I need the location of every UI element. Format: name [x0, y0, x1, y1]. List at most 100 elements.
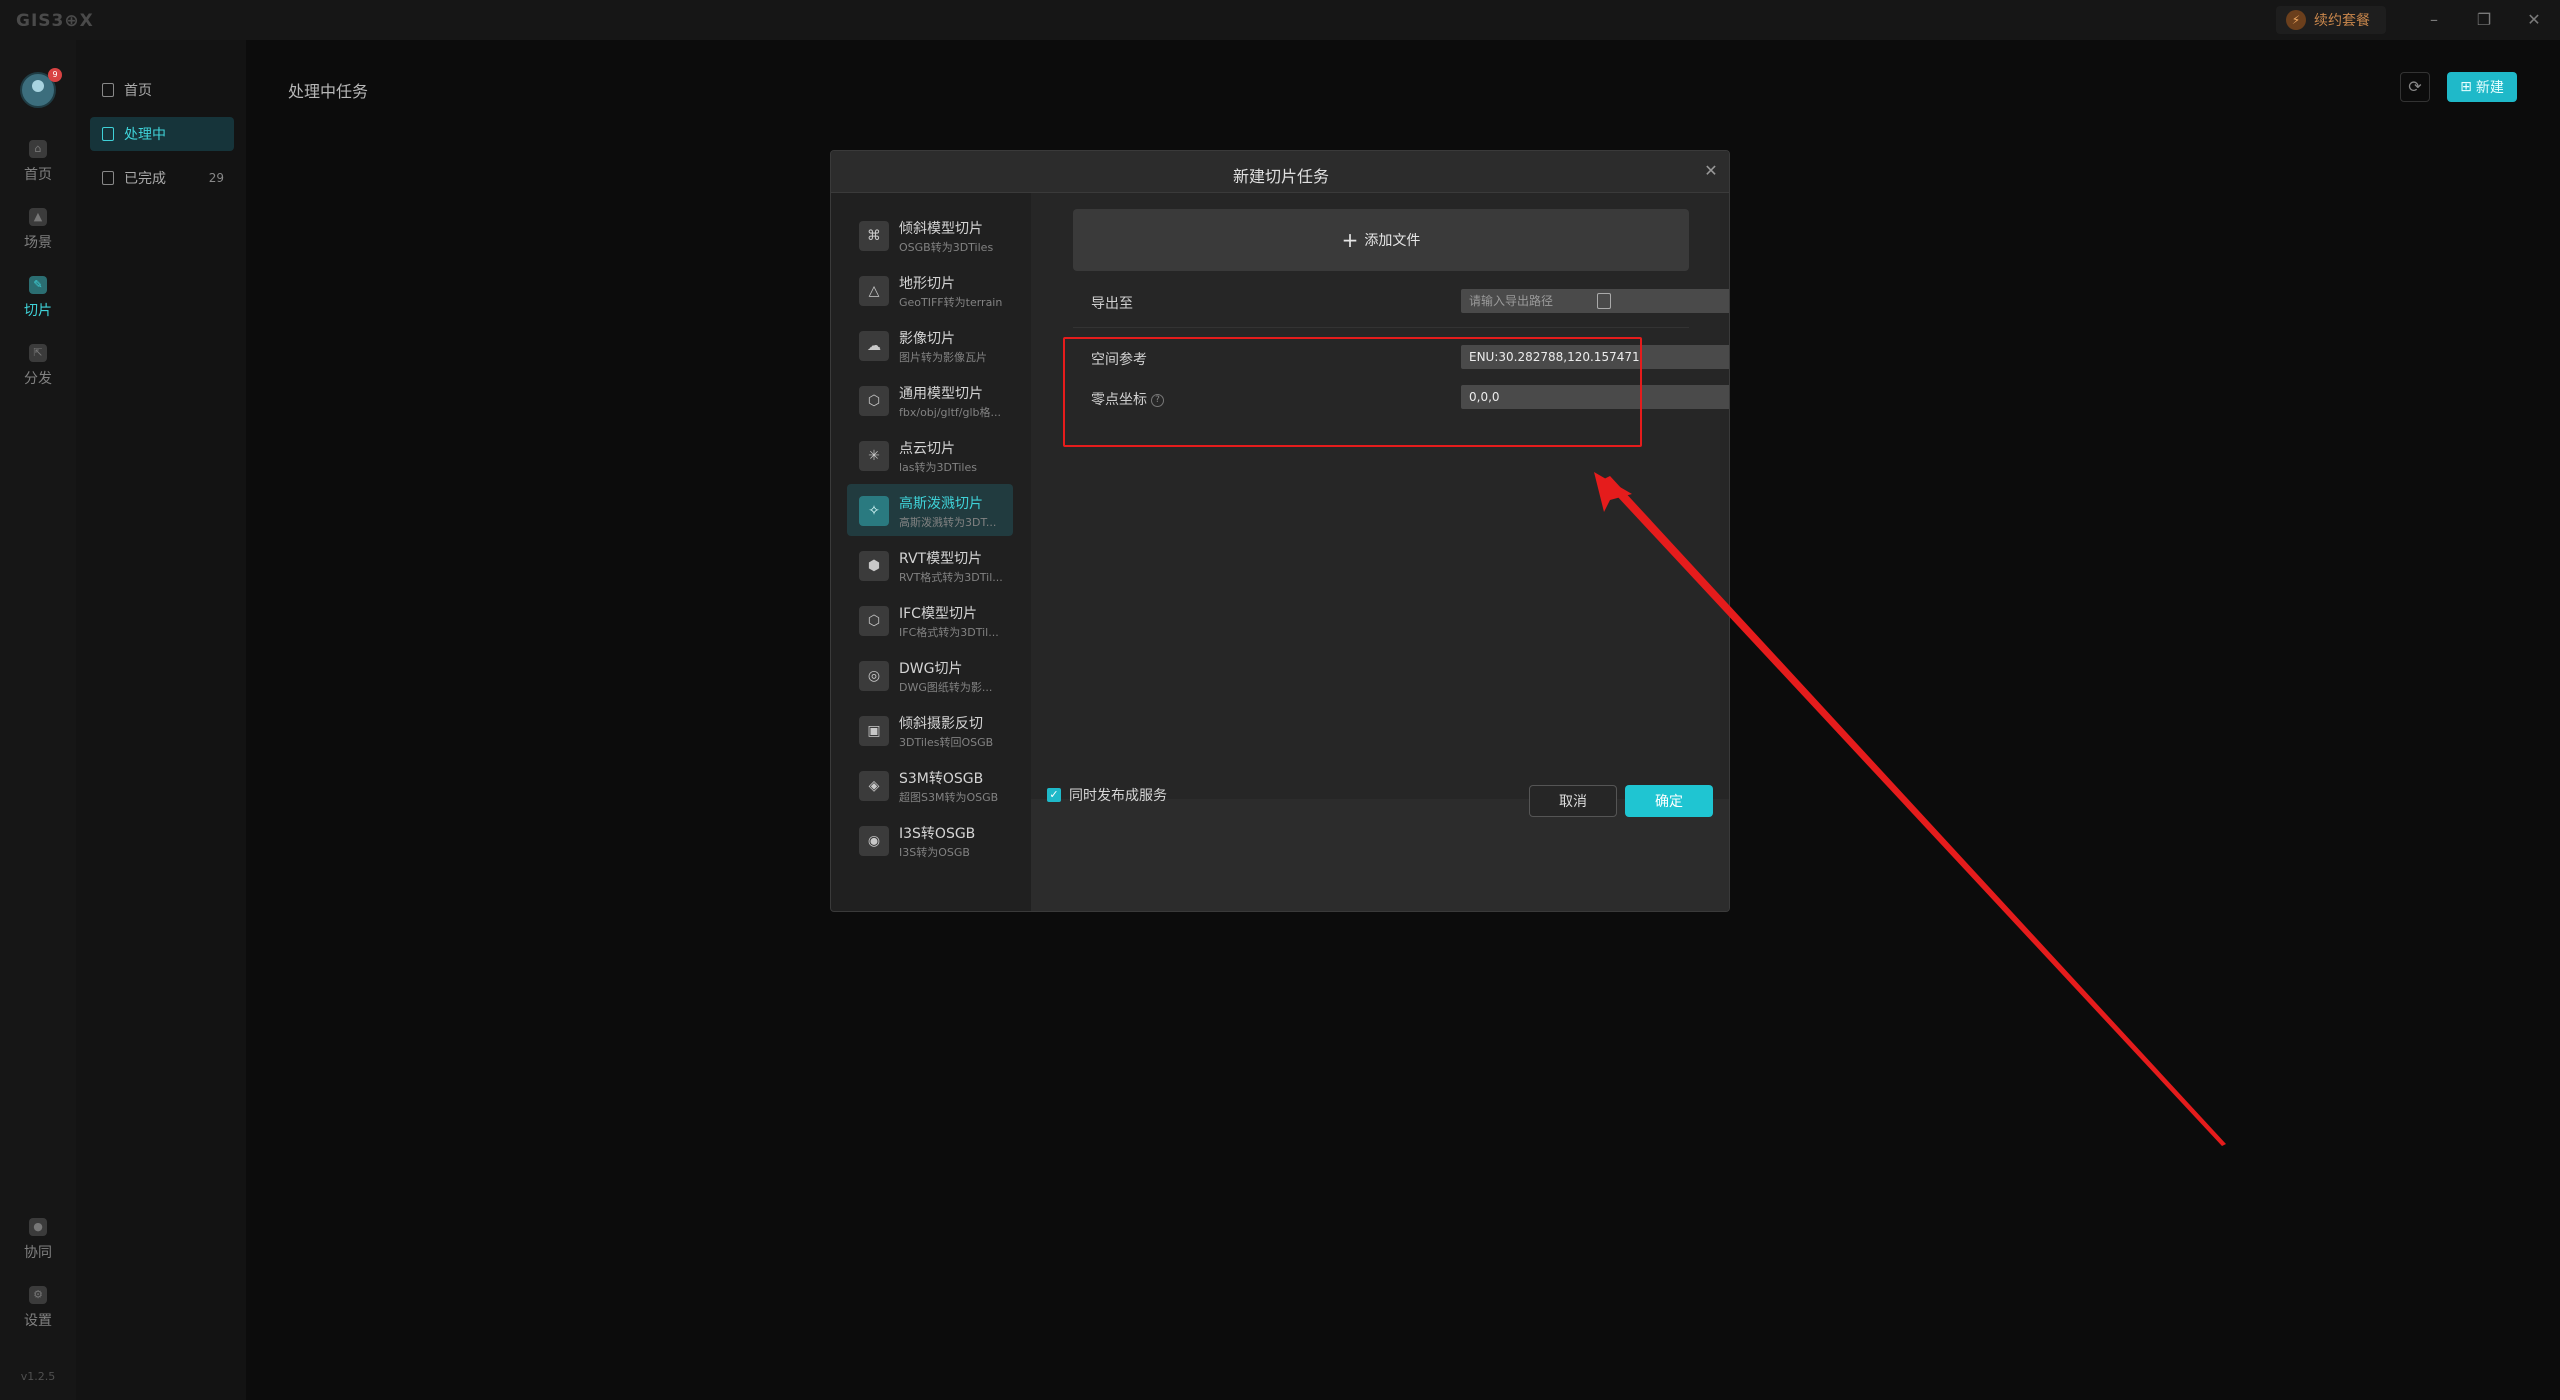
tile-type-icon: ☁ — [859, 331, 889, 361]
tile-type-list: ⌘ 倾斜模型切片 OSGB转为3DTiles △ 地形切片 GeoTIFF转为terrai… — [831, 193, 1031, 911]
tile-type-icon: ✧ — [859, 496, 889, 526]
tile-type-name: 通用模型切片 — [899, 386, 983, 402]
plus-square-icon: ⊞ — [2460, 79, 2472, 95]
export-label: 导出至 — [1091, 296, 1133, 312]
restore-icon[interactable]: ❐ — [2472, 8, 2496, 32]
tile-type-item[interactable]: ✧ 高斯泼溅切片 高斯泼溅转为3DT... — [847, 484, 1013, 536]
app-logo: GIS3⊕X — [16, 11, 94, 31]
nav-home[interactable]: ⌂ 首页 — [0, 140, 76, 196]
tile-type-icon: ⬡ — [859, 386, 889, 416]
plus-icon: + — [1341, 228, 1359, 252]
tile-type-item[interactable]: ⬡ 通用模型切片 fbx/obj/gltf/glb格... — [847, 374, 1013, 426]
tile-type-icon: ⬢ — [859, 551, 889, 581]
check-icon: ✓ — [1047, 788, 1061, 802]
tile-type-item[interactable]: ⌘ 倾斜模型切片 OSGB转为3DTiles — [847, 209, 1013, 261]
avatar[interactable]: 9 — [20, 68, 62, 108]
nav-collab-label: 协同 — [24, 1245, 52, 1261]
close-icon[interactable]: ✕ — [1701, 161, 1721, 181]
file-icon — [102, 171, 114, 185]
tile-type-icon: ◉ — [859, 826, 889, 856]
file-icon — [102, 127, 114, 141]
tile-type-icon: ✳ — [859, 441, 889, 471]
renew-button[interactable]: ⚡ 续约套餐 — [2276, 6, 2386, 34]
app-root: GIS3⊕X ⚡ 续约套餐 – ❐ ✕ 9 ⌂ 首页 ▲ 场景 ✎ 切片 ⇱ 分… — [0, 0, 2560, 1400]
nav-distribute-label: 分发 — [24, 371, 52, 387]
lightning-icon: ⚡ — [2286, 10, 2306, 30]
nav-home-label: 首页 — [24, 167, 52, 183]
minimize-icon[interactable]: – — [2422, 8, 2446, 32]
tile-type-item[interactable]: ⬡ IFC模型切片 IFC格式转为3DTil... — [847, 594, 1013, 646]
tile-type-icon: ⌘ — [859, 221, 889, 251]
tile-type-name: RVT模型切片 — [899, 551, 983, 567]
tile-type-subtitle: 超图S3M转为OSGB — [899, 791, 999, 804]
divider — [1073, 327, 1689, 328]
tile-type-subtitle: las转为3DTiles — [899, 461, 977, 474]
tile-type-name: 倾斜摄影反切 — [899, 716, 983, 732]
tile-type-name: 影像切片 — [899, 331, 955, 347]
nav-tile[interactable]: ✎ 切片 — [0, 276, 76, 332]
tile-type-subtitle: DWG图纸转为影... — [899, 681, 993, 694]
completed-count: 29 — [208, 171, 224, 185]
tile-type-icon: △ — [859, 276, 889, 306]
tile-type-item[interactable]: ◎ DWG切片 DWG图纸转为影... — [847, 649, 1013, 701]
app-version: v1.2.5 — [20, 1370, 56, 1383]
tile-type-subtitle: 3DTiles转回OSGB — [899, 736, 994, 749]
file-icon — [102, 83, 114, 97]
tile-type-item[interactable]: ⬢ RVT模型切片 RVT格式转为3DTil... — [847, 539, 1013, 591]
highlight-box — [1063, 337, 1642, 447]
tile-type-icon: ⬡ — [859, 606, 889, 636]
sidebar-item-home[interactable]: 首页 — [90, 73, 234, 107]
sidebar-item-processing[interactable]: 处理中 — [90, 117, 234, 151]
tile-type-subtitle: IFC格式转为3DTil... — [899, 626, 999, 639]
cancel-button[interactable]: 取消 — [1529, 785, 1617, 817]
tile-type-subtitle: fbx/obj/gltf/glb格... — [899, 406, 1001, 419]
distribute-icon: ⇱ — [29, 344, 47, 362]
publish-service-checkbox[interactable]: ✓ 同时发布成服务 — [1047, 785, 1167, 805]
sidebar-item-label: 首页 — [124, 83, 152, 99]
icon-navbar: 9 ⌂ 首页 ▲ 场景 ✎ 切片 ⇱ 分发 ● 协同 ⚙ 设置 — [0, 40, 76, 1400]
new-task-button[interactable]: ⊞ 新建 — [2447, 72, 2517, 102]
add-file-button[interactable]: + 添加文件 — [1073, 209, 1689, 271]
sidebar-item-label: 处理中 — [124, 127, 166, 143]
sidebar-item-completed[interactable]: 已完成 29 — [90, 161, 234, 195]
nav-settings-label: 设置 — [24, 1313, 52, 1329]
tile-type-icon: ▣ — [859, 716, 889, 746]
tile-type-name: S3M转OSGB — [899, 771, 984, 787]
tile-type-name: 倾斜模型切片 — [899, 221, 983, 237]
new-tile-task-dialog: 新建切片任务 ✕ ⌘ 倾斜模型切片 OSGB转为3DTiles △ 地形切片 GeoTIF… — [830, 150, 1730, 912]
tile-type-item[interactable]: △ 地形切片 GeoTIFF转为terrain — [847, 264, 1013, 316]
dialog-header: 新建切片任务 ✕ — [831, 151, 1729, 193]
nav-distribute[interactable]: ⇱ 分发 — [0, 344, 76, 400]
nav-scene[interactable]: ▲ 场景 — [0, 208, 76, 264]
tile-type-name: 点云切片 — [899, 441, 955, 457]
task-sidebar: 首页 处理中 已完成 29 — [76, 40, 246, 1400]
tile-type-name: I3S转OSGB — [899, 826, 976, 842]
folder-icon[interactable] — [1597, 293, 1611, 309]
home-icon: ⌂ — [29, 140, 47, 158]
page-title: 处理中任务 — [288, 82, 369, 101]
tile-type-item[interactable]: ▣ 倾斜摄影反切 3DTiles转回OSGB — [847, 704, 1013, 756]
confirm-button[interactable]: 确定 — [1625, 785, 1713, 817]
nav-collab[interactable]: ● 协同 — [0, 1218, 76, 1274]
gear-icon: ⚙ — [29, 1286, 47, 1304]
tile-type-name: IFC模型切片 — [899, 606, 977, 622]
refresh-button[interactable]: ⟳ — [2400, 72, 2430, 102]
add-file-label: 添加文件 — [1364, 233, 1421, 249]
tile-type-item[interactable]: ◉ I3S转OSGB I3S转为OSGB — [847, 814, 1013, 866]
lock-icon: ● — [29, 1218, 47, 1236]
dialog-title: 新建切片任务 — [1232, 167, 1329, 186]
tile-type-name: DWG切片 — [899, 661, 963, 677]
tile-type-item[interactable]: ☁ 影像切片图片转为影像瓦片 — [847, 319, 1013, 371]
close-window-icon[interactable]: ✕ — [2522, 8, 2546, 32]
tile-type-subtitle: GeoTIFF转为terrain — [899, 296, 1003, 309]
tile-type-item[interactable]: ✳ 点云切片 las转为3DTiles — [847, 429, 1013, 481]
tile-type-subtitle: OSGB转为3DTiles — [899, 241, 994, 254]
sidebar-item-label: 已完成 — [124, 171, 166, 187]
renew-label: 续约套餐 — [2314, 13, 2370, 29]
nav-settings[interactable]: ⚙ 设置 — [0, 1286, 76, 1342]
tile-icon: ✎ — [29, 276, 47, 294]
tile-type-subtitle: 图片转为影像瓦片 — [899, 351, 987, 364]
tile-type-icon: ◈ — [859, 771, 889, 801]
export-path-input[interactable] — [1461, 289, 1729, 313]
tile-type-item[interactable]: ◈ S3M转OSGB 超图S3M转为OSGB — [847, 759, 1013, 811]
